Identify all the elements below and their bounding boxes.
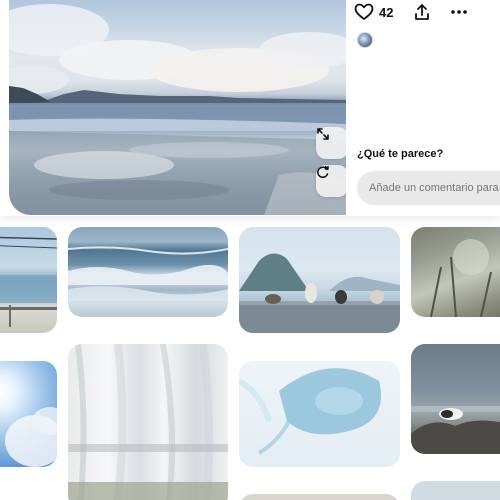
comment-prompt: ¿Qué te parece?	[357, 148, 444, 160]
more-icon	[451, 10, 468, 14]
pin-tile-curtain[interactable]	[68, 344, 228, 500]
pin-tile-partial-bottom[interactable]	[239, 494, 400, 500]
author-avatar[interactable]	[357, 32, 373, 48]
curtain-photo	[68, 344, 228, 500]
like-button[interactable]	[352, 0, 376, 24]
share-button[interactable]	[411, 0, 433, 24]
pin-actions: 42	[352, 0, 471, 24]
pin-tile-sun-sky[interactable]	[0, 361, 57, 467]
pin-tile-ocean-waves[interactable]	[68, 227, 228, 317]
cat-rocks-photo	[411, 406, 500, 454]
jellyfish-photo	[239, 368, 381, 455]
beach-photo	[9, 4, 346, 215]
pin-closeup: 42 ¿Qué te parece?	[0, 0, 500, 216]
share-icon	[415, 4, 430, 20]
visual-search-icon	[317, 165, 329, 178]
expand-button[interactable]	[316, 127, 346, 159]
comment-input[interactable]	[357, 171, 500, 205]
pin-tile-grasses[interactable]	[411, 227, 500, 317]
more-options-button[interactable]	[447, 0, 471, 24]
pin-tile-cats-seawall[interactable]	[239, 227, 400, 333]
grasses-photo	[430, 239, 492, 317]
pin-tile-coastal-railing[interactable]	[0, 227, 57, 333]
pin-page: 42 ¿Qué te parece?	[0, 0, 500, 500]
expand-icon	[317, 128, 329, 140]
heart-icon	[354, 3, 374, 20]
coastal-railing-photo	[0, 236, 57, 327]
ocean-waves-photo	[68, 246, 228, 301]
like-count: 42	[379, 4, 394, 20]
pin-tile-cat-rocks[interactable]	[411, 344, 500, 454]
visual-search-button[interactable]	[316, 165, 346, 197]
sun-sky-photo	[5, 407, 57, 467]
cats-seawall-photo	[239, 253, 400, 333]
pin-tile-jellyfish[interactable]	[239, 361, 400, 467]
pin-tile-partial-right[interactable]	[411, 481, 500, 500]
pin-image[interactable]	[9, 0, 346, 215]
